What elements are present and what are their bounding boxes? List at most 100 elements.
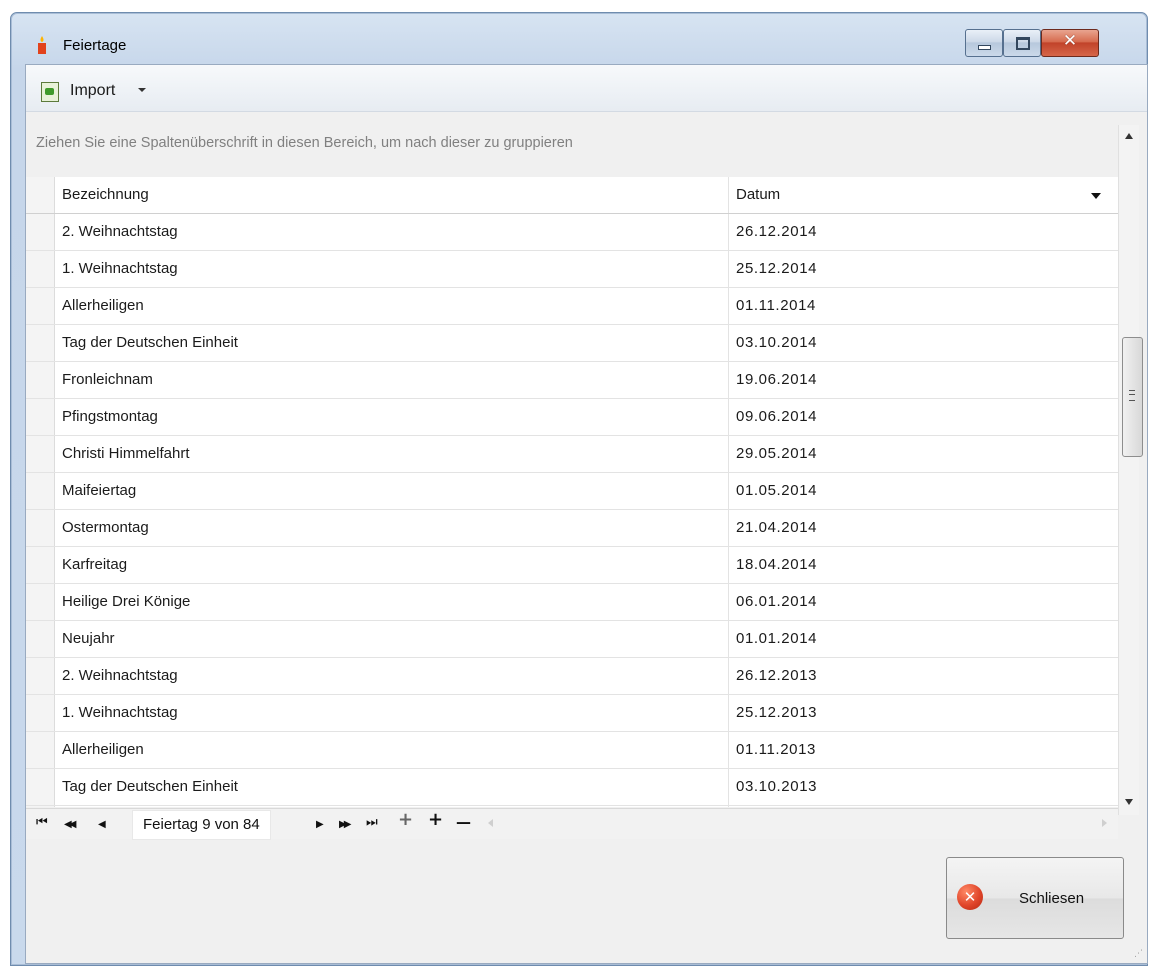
row-indicator[interactable] (26, 695, 55, 731)
next-record-button[interactable]: ▶ (316, 817, 324, 833)
row-indicator[interactable] (26, 214, 55, 250)
scroll-up-icon[interactable] (1125, 133, 1133, 139)
window-title: Feiertage (63, 37, 127, 54)
cell-datum[interactable]: 18.04.2014 (736, 547, 1106, 583)
row-indicator[interactable] (26, 251, 55, 287)
cell-datum[interactable]: 09.06.2014 (736, 399, 1106, 435)
grid-header: Bezeichnung Datum (26, 177, 1118, 214)
cell-datum[interactable]: 26.12.2014 (736, 214, 1106, 250)
table-row[interactable]: Pfingstmontag 09.06.2014 (26, 399, 1118, 436)
cell-bezeichnung[interactable]: Tag der Deutschen Einheit (62, 769, 729, 805)
cell-bezeichnung[interactable]: 1. Weihnachtstag (62, 695, 729, 731)
chevron-down-icon[interactable] (138, 88, 146, 92)
scrollbar-thumb[interactable] (1122, 337, 1143, 457)
cell-datum[interactable]: 25.12.2014 (736, 251, 1106, 287)
cell-bezeichnung[interactable]: Fronleichnam (62, 806, 729, 807)
cell-datum[interactable]: 01.11.2014 (736, 288, 1106, 324)
row-indicator[interactable] (26, 584, 55, 620)
delete-record-button[interactable]: — (456, 814, 471, 830)
cell-bezeichnung[interactable]: Karfreitag (62, 547, 729, 583)
record-navigator: ⏮ ◀◀ ◀ Feiertag 9 von 84 ▶ ▶▶ ⏭ + + — (26, 808, 1118, 840)
cell-datum[interactable]: 01.11.2013 (736, 732, 1106, 768)
table-row[interactable]: 1. Weihnachtstag 25.12.2013 (26, 695, 1118, 732)
holidays-grid: Bezeichnung Datum 2. Weihnachtstag 26.12.… (26, 177, 1118, 807)
cell-bezeichnung[interactable]: 2. Weihnachtstag (62, 658, 729, 694)
row-indicator[interactable] (26, 436, 55, 472)
import-menu-button[interactable]: Import (70, 82, 115, 100)
cell-bezeichnung[interactable]: Neujahr (62, 621, 729, 657)
table-row[interactable]: Maifeiertag 01.05.2014 (26, 473, 1118, 510)
cell-bezeichnung[interactable]: Fronleichnam (62, 362, 729, 398)
previous-page-button[interactable]: ◀◀ (64, 817, 77, 833)
minimize-button[interactable] (965, 29, 1003, 57)
cell-datum[interactable]: 30.05.2013 (736, 806, 1106, 807)
cell-bezeichnung[interactable]: 1. Weihnachtstag (62, 251, 729, 287)
row-indicator[interactable] (26, 621, 55, 657)
table-row[interactable]: 2. Weihnachtstag 26.12.2013 (26, 658, 1118, 695)
table-row[interactable]: Heilige Drei Könige 06.01.2014 (26, 584, 1118, 621)
column-header-bezeichnung[interactable]: Bezeichnung (62, 177, 729, 213)
table-row[interactable]: Fronleichnam 30.05.2013 (26, 806, 1118, 807)
cell-bezeichnung[interactable]: Allerheiligen (62, 288, 729, 324)
cell-bezeichnung[interactable]: Pfingstmontag (62, 399, 729, 435)
cell-bezeichnung[interactable]: Allerheiligen (62, 732, 729, 768)
row-indicator[interactable] (26, 510, 55, 546)
last-record-button[interactable]: ⏭ (366, 815, 378, 831)
row-indicator[interactable] (26, 399, 55, 435)
scroll-left-icon[interactable] (488, 819, 493, 827)
group-by-panel[interactable]: Ziehen Sie eine Spaltenüberschrift in di… (36, 135, 573, 151)
scroll-right-icon[interactable] (1102, 819, 1107, 827)
cell-datum[interactable]: 25.12.2013 (736, 695, 1106, 731)
cell-datum[interactable]: 26.12.2013 (736, 658, 1106, 694)
first-record-button[interactable]: ⏮ (36, 815, 48, 831)
table-row[interactable]: Karfreitag 18.04.2014 (26, 547, 1118, 584)
table-row[interactable]: Tag der Deutschen Einheit 03.10.2014 (26, 325, 1118, 362)
title-bar[interactable]: Feiertage ✕ (11, 13, 1147, 63)
vertical-scrollbar[interactable] (1118, 125, 1143, 815)
cell-bezeichnung[interactable]: Christi Himmelfahrt (62, 436, 729, 472)
resize-grip-icon[interactable]: ⋰ (1134, 949, 1144, 959)
close-window-button[interactable]: ✕ (1041, 29, 1099, 57)
cell-bezeichnung[interactable]: Heilige Drei Könige (62, 584, 729, 620)
table-row[interactable]: Fronleichnam 19.06.2014 (26, 362, 1118, 399)
row-indicator[interactable] (26, 547, 55, 583)
row-indicator[interactable] (26, 288, 55, 324)
table-row[interactable]: Tag der Deutschen Einheit 03.10.2013 (26, 769, 1118, 806)
cell-datum[interactable]: 01.01.2014 (736, 621, 1106, 657)
row-indicator[interactable] (26, 473, 55, 509)
cell-datum[interactable]: 29.05.2014 (736, 436, 1106, 472)
cell-bezeichnung[interactable]: Ostermontag (62, 510, 729, 546)
cell-datum[interactable]: 06.01.2014 (736, 584, 1106, 620)
cell-datum[interactable]: 19.06.2014 (736, 362, 1106, 398)
cell-datum[interactable]: 03.10.2014 (736, 325, 1106, 361)
scroll-down-icon[interactable] (1125, 799, 1133, 805)
next-page-button[interactable]: ▶▶ (339, 817, 352, 833)
table-row[interactable]: 2. Weihnachtstag 26.12.2014 (26, 214, 1118, 251)
table-row[interactable]: Neujahr 01.01.2014 (26, 621, 1118, 658)
table-row[interactable]: Christi Himmelfahrt 29.05.2014 (26, 436, 1118, 473)
row-indicator[interactable] (26, 325, 55, 361)
column-header-datum[interactable]: Datum (736, 177, 1106, 213)
cell-datum[interactable]: 01.05.2014 (736, 473, 1106, 509)
table-row[interactable]: Allerheiligen 01.11.2014 (26, 288, 1118, 325)
maximize-button[interactable] (1003, 29, 1041, 57)
cell-datum[interactable]: 21.04.2014 (736, 510, 1106, 546)
cell-datum[interactable]: 03.10.2013 (736, 769, 1106, 805)
row-indicator[interactable] (26, 769, 55, 805)
cell-bezeichnung[interactable]: Maifeiertag (62, 473, 729, 509)
row-indicator[interactable] (26, 806, 55, 807)
table-row[interactable]: Allerheiligen 01.11.2013 (26, 732, 1118, 769)
add-record-button[interactable]: + (428, 811, 443, 829)
row-indicator[interactable] (26, 732, 55, 768)
table-row[interactable]: 1. Weihnachtstag 25.12.2014 (26, 251, 1118, 288)
row-indicator[interactable] (26, 658, 55, 694)
import-icon[interactable] (41, 82, 59, 102)
cell-bezeichnung[interactable]: 2. Weihnachtstag (62, 214, 729, 250)
previous-record-button[interactable]: ◀ (98, 817, 106, 833)
append-record-button[interactable]: + (398, 811, 413, 829)
row-indicator[interactable] (26, 362, 55, 398)
cell-bezeichnung[interactable]: Tag der Deutschen Einheit (62, 325, 729, 361)
close-icon: ✕ (1062, 31, 1078, 51)
close-button[interactable]: ✕ Schliesen (946, 857, 1124, 939)
table-row[interactable]: Ostermontag 21.04.2014 (26, 510, 1118, 547)
